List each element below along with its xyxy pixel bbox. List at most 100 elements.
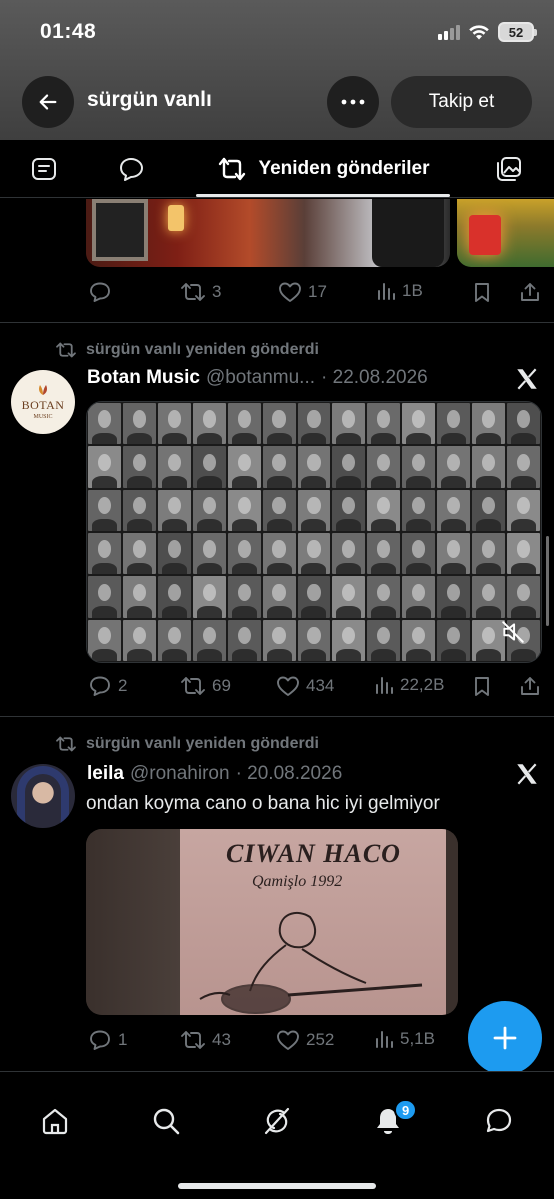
portrait-thumbnail [437,619,471,661]
repost-indicator[interactable]: sürgün vanlı yeniden gönderdi [55,341,319,359]
like-button[interactable]: 252 [276,1029,334,1051]
portrait-thumbnail [332,532,366,575]
portrait-thumbnail [437,403,471,445]
repost-icon [181,1031,205,1049]
musician-sketch [199,911,423,1014]
mute-icon[interactable] [500,619,526,645]
active-tab-indicator [196,194,450,197]
nav-home[interactable] [38,1104,72,1138]
repost-count: 43 [212,1030,231,1049]
views-button[interactable]: 1B [376,281,423,301]
share-button[interactable] [519,281,541,303]
avatar-veil [17,766,69,826]
share-button[interactable] [519,675,541,697]
bookmark-button[interactable] [472,675,492,697]
post-media-image[interactable] [457,199,554,267]
profile-name: sürgün vanlı [87,88,212,111]
repost-button[interactable]: 69 [180,675,231,697]
portrait-thumbnail [157,619,191,661]
more-button[interactable] [327,76,379,128]
post-media-image[interactable]: CIWAN HACO Qamişlo 1992 [86,829,458,1015]
author-handle[interactable]: @botanmu... [206,367,315,389]
portrait-thumbnail [88,403,121,445]
portrait-thumbnail [507,403,540,445]
status-time: 01:48 [40,20,97,43]
like-button[interactable]: 17 [278,281,327,303]
portrait-thumbnail [192,489,226,531]
avatar[interactable] [11,764,75,828]
like-button[interactable]: 434 [276,675,334,697]
portrait-thumbnail [262,446,296,488]
author-name[interactable]: leila [87,763,124,785]
portrait-thumbnail [507,489,540,531]
reply-button[interactable]: 2 [88,675,127,697]
portrait-thumbnail [262,403,296,445]
author-name[interactable]: Botan Music [87,367,200,389]
repost-indicator[interactable]: sürgün vanlı yeniden gönderdi [55,735,319,753]
portrait-thumbnail [472,532,506,575]
portrait-thumbnail [332,489,366,531]
status-bar: 01:48 52 [0,0,554,66]
portrait-thumbnail [192,403,226,445]
portrait-thumbnail [227,532,261,575]
follow-button[interactable]: Takip et [391,76,532,128]
compose-button[interactable] [468,1001,542,1075]
tab-media[interactable] [494,154,524,184]
heart-icon [279,282,301,302]
portrait-thumbnail [262,532,296,575]
scrollbar[interactable] [546,536,549,626]
portrait-thumbnail [122,619,156,661]
post-date[interactable]: · 22.08.2026 [321,367,428,389]
photo-frame [92,199,148,261]
author-handle[interactable]: @ronahiron [130,763,230,785]
album-subtitle: Qamişlo 1992 [252,873,343,890]
tab-posts[interactable] [29,154,59,184]
reply-button[interactable]: 1 [88,1029,127,1051]
portrait-thumbnail [367,489,401,531]
posts-icon [32,158,56,180]
post-media-video[interactable] [86,401,542,663]
view-count: 1B [402,281,423,300]
views-button[interactable]: 22,2B [374,675,444,695]
repost-icon [56,736,76,752]
home-indicator [178,1183,376,1189]
portrait-thumbnail [402,403,436,445]
views-icon [376,1031,393,1048]
portrait-thumbnail [88,576,121,618]
repost-button[interactable]: 3 [180,281,221,303]
portrait-thumbnail [297,446,331,488]
reply-icon [90,1030,110,1050]
post-date[interactable]: · 20.08.2026 [236,763,343,785]
post-media-image[interactable] [86,199,450,267]
avatar[interactable]: BOTAN MUSIC [11,370,75,434]
share-icon [521,283,539,301]
portrait-thumbnail [297,576,331,618]
more-icon [341,99,365,105]
nav-search[interactable] [149,1104,183,1138]
post-header: Botan Music @botanmu... · 22.08.2026 [87,367,428,389]
views-button[interactable]: 5,1B [374,1029,435,1049]
nav-messages[interactable] [482,1104,516,1138]
portrait-thumbnail [227,446,261,488]
cellular-signal-icon [438,24,460,40]
reposts-icon [219,157,246,181]
reply-button[interactable] [88,281,118,303]
portrait-thumbnail [88,532,121,575]
repost-icon [56,342,76,358]
nav-grok[interactable] [260,1104,294,1138]
post-actions: 3 17 1B [0,273,554,313]
portrait-thumbnail [122,576,156,618]
portrait-thumbnail [437,532,471,575]
back-button[interactable] [22,76,74,128]
candle [168,205,184,231]
tab-reposts[interactable]: Yeniden gönderiler [196,140,450,198]
portrait-thumbnail [507,576,540,618]
like-count: 252 [306,1030,335,1049]
tab-replies[interactable] [116,154,146,184]
portrait-thumbnail [88,619,121,661]
bookmark-button[interactable] [472,281,492,303]
portrait-thumbnail [122,532,156,575]
reply-icon [90,676,110,696]
like-count: 17 [308,282,327,301]
repost-button[interactable]: 43 [180,1029,231,1051]
